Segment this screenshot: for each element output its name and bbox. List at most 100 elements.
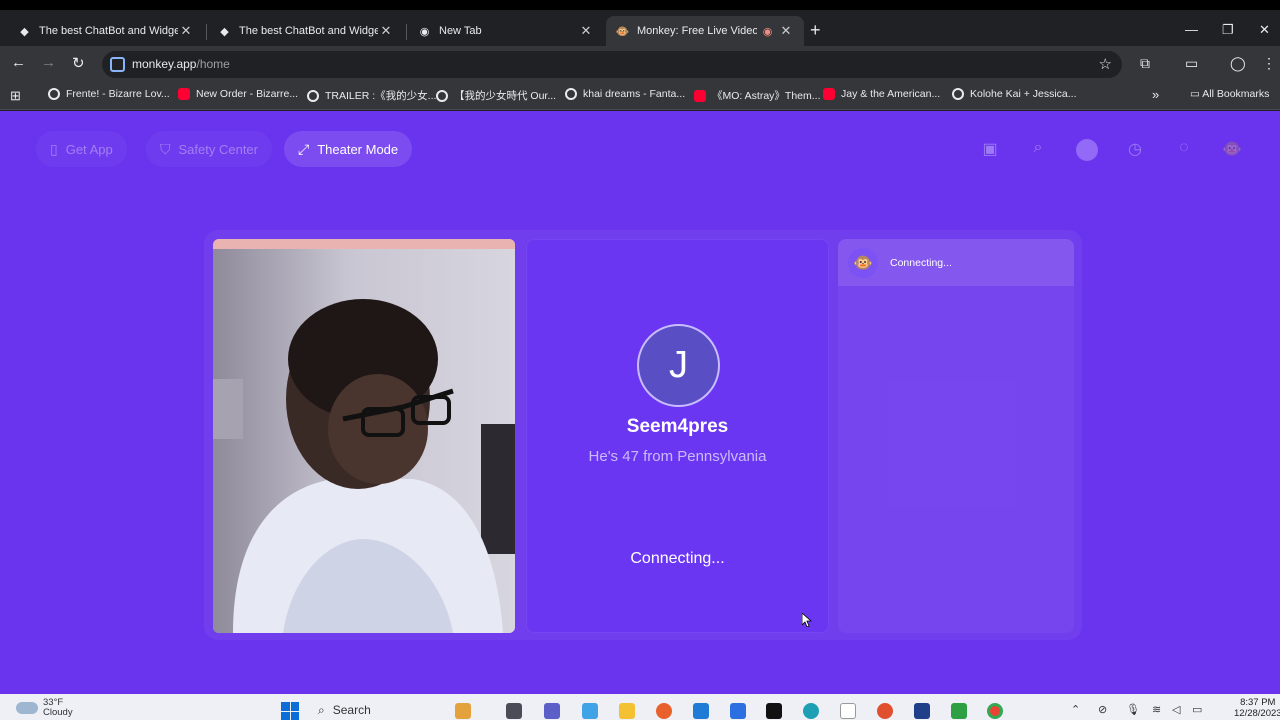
avatar-letter: J <box>669 344 688 386</box>
safety-center-button[interactable]: ⛉ Safety Center <box>146 131 272 167</box>
tray-chevron-icon[interactable]: ⌃ <box>1071 703 1080 716</box>
theater-mode-button[interactable]: ⤢ Theater Mode <box>284 131 413 167</box>
more-bookmarks-icon[interactable]: » <box>1152 87 1159 102</box>
bookmarks-bar: ⊞ Frente! - Bizarre Lov... New Order - B… <box>0 82 1280 110</box>
bookmark-label: TRAILER :《我的少女... <box>325 90 437 102</box>
close-icon[interactable]: ✕ <box>378 23 394 39</box>
phone-icon: ▯ <box>50 140 58 157</box>
globe-icon <box>436 89 448 102</box>
windows-start-icon[interactable] <box>281 702 299 720</box>
bookmark-label: 【我的少女時代 Our... <box>454 90 557 102</box>
bookmark-label: khai dreams - Fanta... <box>583 88 686 100</box>
taskbar-search[interactable]: ⌕ Search <box>312 700 432 720</box>
bookmark-item[interactable]: 【我的少女時代 Our... <box>436 88 556 103</box>
get-app-button[interactable]: ▯ Get App <box>36 131 127 167</box>
chat-icon[interactable]: ◌ <box>1173 139 1195 161</box>
remote-avatar: J <box>637 324 720 407</box>
restore-icon[interactable]: ❐ <box>1222 22 1234 38</box>
forward-icon[interactable]: → <box>41 54 56 71</box>
wifi-icon[interactable]: ≋ <box>1152 703 1161 716</box>
window-close-icon[interactable]: ✕ <box>1259 22 1270 38</box>
browser-tab[interactable]: ◉ New Tab ✕ <box>408 16 604 46</box>
globe-icon <box>307 89 319 102</box>
history-icon[interactable]: ◷ <box>1124 139 1146 161</box>
chat-status-text: Connecting... <box>890 256 952 269</box>
connection-status: Connecting... <box>630 550 725 567</box>
all-bookmarks-button[interactable]: ▭ All Bookmarks <box>1190 88 1269 100</box>
extensions-icon[interactable]: ⧉ <box>1140 55 1150 72</box>
get-app-label: Get App <box>65 141 113 157</box>
browser-tab[interactable]: ◆ The best ChatBot and Widgets ✕ <box>208 16 404 46</box>
browser-tab-strip: ◆ The best ChatBot and Widgets ✕ ◆ The b… <box>0 0 1280 46</box>
profile-icon[interactable]: ◯ <box>1230 55 1246 72</box>
browser-tab[interactable]: ◆ The best ChatBot and Widgets ✕ <box>8 16 204 46</box>
edge-icon[interactable] <box>803 703 819 719</box>
notion-icon[interactable] <box>766 703 782 719</box>
minimize-icon[interactable]: — <box>1185 22 1198 37</box>
network-off-icon[interactable]: ⊘ <box>1098 703 1107 716</box>
battery-icon[interactable]: ▭ <box>1192 703 1202 716</box>
cloud-icon <box>16 702 38 714</box>
search-icon[interactable]: ⌕ <box>1027 139 1049 161</box>
taskbar-clock[interactable]: 8:37 PM 12/28/2023 <box>1234 697 1280 719</box>
weather-widget[interactable]: 33°F Cloudy <box>16 698 73 718</box>
theater-mode-label: Theater Mode <box>317 141 399 157</box>
copilot-icon[interactable] <box>582 703 598 719</box>
gift-icon[interactable]: ▣ <box>979 139 1001 161</box>
back-icon[interactable]: ← <box>11 54 26 71</box>
bookmark-item[interactable]: Kolohe Kai + Jessica... <box>952 88 1077 100</box>
volume-icon[interactable]: ◁ <box>1172 703 1180 716</box>
widgets-app-icon[interactable] <box>455 703 471 719</box>
close-icon[interactable]: ✕ <box>178 23 194 39</box>
task-view-icon[interactable] <box>506 703 522 719</box>
bookmark-item[interactable]: Jay & the American... <box>823 88 940 100</box>
tab-title: New Tab <box>439 25 482 37</box>
bookmark-item[interactable]: khai dreams - Fanta... <box>565 88 685 100</box>
reload-icon[interactable]: ↻ <box>72 54 85 72</box>
new-tab-icon[interactable]: + <box>810 20 821 41</box>
teams-icon[interactable] <box>544 703 560 719</box>
firefox-icon[interactable] <box>656 703 672 719</box>
bookmark-item[interactable]: Frente! - Bizarre Lov... <box>48 88 170 100</box>
app-icon[interactable] <box>951 703 967 719</box>
monkey-profile-icon[interactable]: 🐵 <box>1221 139 1243 161</box>
apps-grid-icon[interactable]: ⊞ <box>10 88 21 104</box>
all-bookmarks-label: All Bookmarks <box>1202 88 1270 100</box>
bookmark-star-icon[interactable]: ☆ <box>1099 55 1112 73</box>
close-icon[interactable]: ✕ <box>778 23 794 39</box>
app-icon[interactable] <box>914 703 930 719</box>
mouse-cursor-icon <box>802 613 812 627</box>
bookmark-label: Kolohe Kai + Jessica... <box>970 88 1077 100</box>
dropbox-icon[interactable] <box>730 703 746 719</box>
clock-date: 12/28/2023 <box>1234 708 1280 719</box>
browser-tab-active[interactable]: 🐵 Monkey: Free Live Video Ch ◉ ✕ <box>606 16 804 46</box>
url-host: monkey.app <box>132 57 197 71</box>
youtube-icon <box>178 88 190 100</box>
safety-center-label: Safety Center <box>178 141 259 157</box>
tab-title: The best ChatBot and Widgets <box>239 25 378 37</box>
avatar[interactable] <box>1076 139 1098 161</box>
bookmark-item[interactable]: TRAILER :《我的少女... <box>307 88 436 103</box>
globe-icon <box>565 88 577 100</box>
notepad-icon[interactable] <box>840 703 856 719</box>
cast-icon[interactable]: ▭ <box>1185 55 1198 72</box>
site-info-icon[interactable] <box>110 57 125 72</box>
url-text[interactable]: monkey.app/home <box>132 57 230 71</box>
youtube-icon <box>823 88 835 100</box>
recording-icon: ◉ <box>762 25 773 38</box>
mail-icon[interactable] <box>693 703 709 719</box>
close-icon[interactable]: ✕ <box>578 23 594 39</box>
microphone-icon[interactable]: 🎙 <box>1126 703 1140 716</box>
chrome-icon[interactable] <box>987 703 1003 719</box>
bookmark-item[interactable]: New Order - Bizarre... <box>178 88 298 100</box>
chat-panel: 🐵 Connecting... <box>838 239 1074 633</box>
bookmark-item[interactable]: 《MO: Astray》Them... <box>694 88 821 103</box>
tab-divider <box>206 24 207 40</box>
file-explorer-icon[interactable] <box>619 703 635 719</box>
taskbar-search-label: Search <box>332 703 371 717</box>
app-icon[interactable] <box>877 703 893 719</box>
menu-icon[interactable]: ⋮ <box>1262 55 1276 72</box>
tab-title: The best ChatBot and Widgets <box>39 25 178 37</box>
address-bar[interactable]: monkey.app/home ☆ <box>102 51 1122 78</box>
expand-icon: ⤢ <box>298 140 310 157</box>
